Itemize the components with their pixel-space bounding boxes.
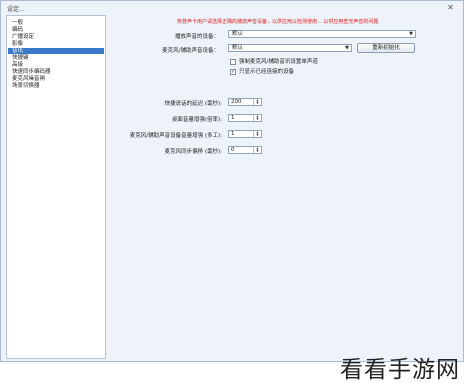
force-mono-checkbox[interactable] (230, 59, 236, 65)
sidebar-item-broadcast[interactable]: 广播设定 (8, 34, 104, 40)
playback-device-select[interactable]: 默认 ▼ (228, 30, 416, 38)
sidebar-item-video[interactable]: 影像 (8, 41, 104, 47)
playback-device-label: 播放声音的设备： (174, 34, 219, 40)
playback-device-value: 默认 (232, 31, 244, 37)
title-bar: 设定... ✕ (1, 1, 463, 15)
only-connected-label: 只显示已经连接的设备 (239, 69, 295, 75)
mic-sync-offset-label: 麦克风同步偏移 (毫秒): (164, 149, 222, 155)
settings-window: 设定... ✕ 一般 编码 广播设定 影像 音讯 快捷键 高级 快速同步编码器 … (0, 0, 464, 362)
mic-device-select[interactable]: 默认 ▼ (228, 44, 352, 52)
mic-boost-label: 麦克风/辅助声音设备音量增强 (多工): (129, 133, 222, 139)
mic-boost-stepper[interactable]: 1 ▲ ▼ (228, 130, 262, 138)
spin-arrows-icon[interactable]: ▲ ▼ (253, 147, 261, 153)
hotkey-delay-stepper[interactable]: 200 ▲ ▼ (228, 98, 262, 106)
mic-sync-offset-value: 0 (231, 147, 235, 153)
mic-sync-offset-stepper[interactable]: 0 ▲ ▼ (228, 146, 262, 154)
sidebar-item-noise-gate[interactable]: 麦克风噪音闸 (8, 76, 104, 82)
mic-device-value: 默认 (232, 45, 244, 51)
sidebar-item-audio[interactable]: 音讯 (8, 48, 104, 54)
sidebar-item-advanced[interactable]: 高级 (8, 62, 104, 68)
sidebar-item-hotkeys[interactable]: 快捷键 (8, 55, 104, 61)
chevron-down-icon: ▼ (345, 45, 349, 51)
site-watermark: 看看手游网 (340, 357, 460, 383)
window-title: 设定... (7, 6, 25, 13)
desktop-boost-label: 桌面音量增强(倍率): (171, 117, 222, 123)
desktop-boost-stepper[interactable]: 1 ▲ ▼ (228, 114, 262, 122)
hotkey-delay-value: 200 (231, 99, 242, 105)
hotkey-delay-label: 快捷说话的延迟 (毫秒): (164, 101, 222, 107)
force-mono-checkbox-row[interactable]: 强制麦克风/辅助音讯设置单声道 (230, 59, 370, 66)
reinitialize-button[interactable]: 重新初始化 (357, 43, 415, 53)
spin-arrows-icon[interactable]: ▲ ▼ (253, 99, 261, 105)
sidebar-item-general[interactable]: 一般 (8, 20, 104, 26)
force-mono-label: 强制麦克风/辅助音讯设置单声道 (239, 59, 318, 65)
audio-hint-text: 热普声卡用户请选择正确的播放声音设备，以供应用以检测使用... 以供应用查无声音… (177, 19, 379, 25)
mic-device-label: 麦克风/辅助声音设备： (162, 48, 219, 54)
spin-arrows-icon[interactable]: ▲ ▼ (253, 131, 261, 137)
desktop-boost-value: 1 (231, 115, 235, 121)
settings-sidebar: 一般 编码 广播设定 影像 音讯 快捷键 高级 快速同步编码器 麦克风噪音闸 场… (6, 15, 106, 359)
sidebar-item-scene-switcher[interactable]: 场景切换器 (8, 83, 104, 89)
mic-boost-value: 1 (231, 131, 235, 137)
spin-arrows-icon[interactable]: ▲ ▼ (253, 115, 261, 121)
only-connected-checkbox[interactable]: ✓ (230, 69, 236, 75)
chevron-down-icon: ▼ (409, 31, 413, 37)
only-connected-checkbox-row[interactable]: ✓ 只显示已经连接的设备 (230, 69, 370, 76)
close-icon[interactable]: ✕ (446, 3, 455, 12)
sidebar-item-quicksync[interactable]: 快速同步编码器 (8, 69, 104, 75)
sidebar-item-encoding[interactable]: 编码 (8, 27, 104, 33)
